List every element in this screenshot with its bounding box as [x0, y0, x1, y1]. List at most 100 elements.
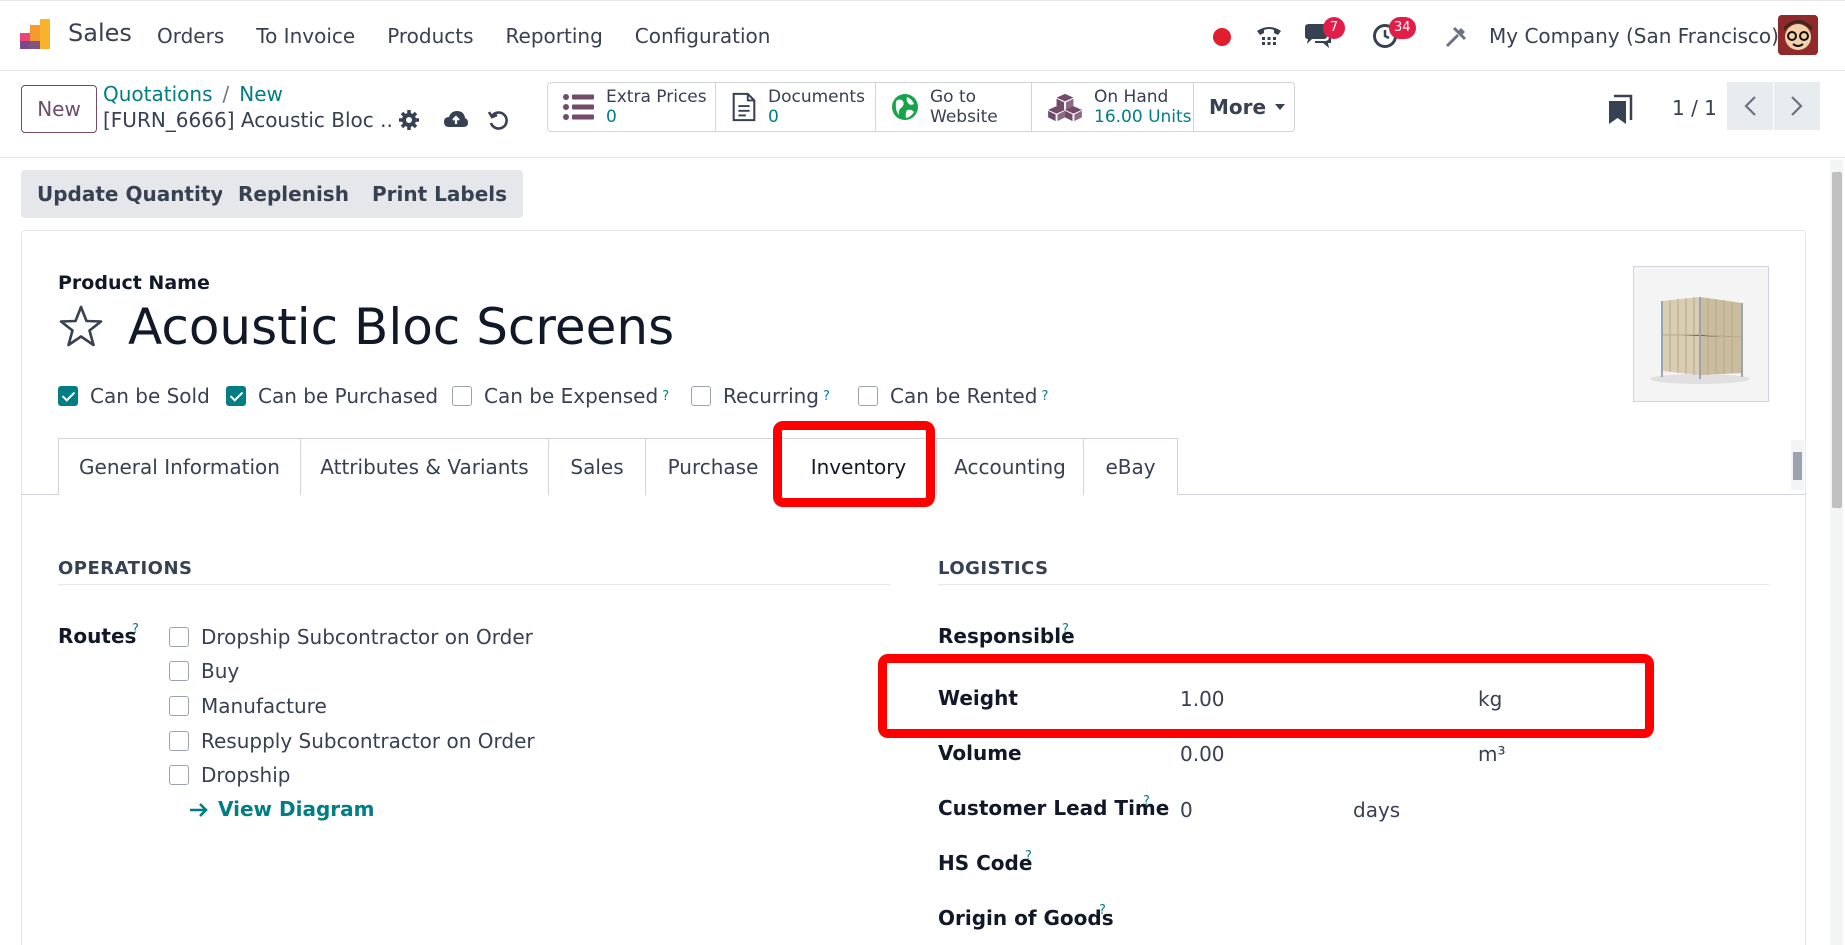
arrow-right-icon	[190, 803, 208, 817]
help-tooltip-icon[interactable]: ?	[1143, 794, 1150, 809]
globe-icon	[892, 94, 918, 120]
company-switcher[interactable]: My Company (San Francisco)	[1489, 24, 1779, 48]
smart-buttons: Extra Prices0 Documents0 Go toWebsite	[547, 82, 1295, 132]
operations-title: OPERATIONS	[58, 558, 193, 579]
chevron-left-icon	[1744, 96, 1756, 116]
breadcrumb-quotations[interactable]: Quotations	[103, 82, 212, 106]
checkbox-unchecked[interactable]	[169, 661, 189, 681]
extra-prices-button[interactable]: Extra Prices 0	[548, 83, 716, 131]
checkbox-unchecked[interactable]	[452, 386, 472, 406]
tab-general-information[interactable]: General Information	[58, 438, 301, 495]
help-tooltip-icon[interactable]: ?	[132, 622, 139, 637]
tab-inventory[interactable]: Inventory	[780, 438, 937, 495]
help-tooltip-icon[interactable]: ?	[1099, 903, 1106, 918]
route-label: Buy	[201, 659, 240, 683]
app-logo-icon[interactable]	[18, 17, 54, 53]
checkbox-unchecked[interactable]	[858, 386, 878, 406]
origin-of-goods-label: Origin of Goods	[938, 906, 1114, 930]
app-name[interactable]: Sales	[68, 19, 132, 47]
customer-lead-time-unit: days	[1353, 798, 1401, 822]
tab-purchase[interactable]: Purchase	[645, 438, 781, 495]
tab-attributes-variants[interactable]: Attributes & Variants	[300, 438, 549, 495]
documents-button[interactable]: Documents 0	[716, 83, 876, 131]
documents-count: 0	[768, 107, 779, 127]
gear-icon[interactable]	[397, 108, 421, 132]
can-be-rented-label: Can be Rented	[890, 384, 1038, 408]
tab-ebay[interactable]: eBay	[1083, 438, 1178, 495]
help-tooltip-icon[interactable]: ?	[662, 389, 669, 404]
customer-lead-time-input[interactable]: 0	[1180, 798, 1193, 822]
product-name-field[interactable]: Acoustic Bloc Screens	[128, 298, 674, 356]
notebook-tabs: General Information Attributes & Variant…	[58, 438, 1178, 495]
route-label: Manufacture	[201, 694, 327, 718]
checkbox-unchecked[interactable]	[169, 765, 189, 785]
can-be-purchased-checkbox[interactable]: Can be Purchased	[226, 384, 438, 408]
bookmark-icon[interactable]	[1607, 94, 1633, 126]
cloud-upload-icon[interactable]	[443, 108, 469, 132]
product-image[interactable]	[1633, 266, 1769, 402]
menu-orders[interactable]: Orders	[157, 24, 224, 48]
checkbox-unchecked[interactable]	[169, 696, 189, 716]
page-scrollbar-thumb[interactable]	[1832, 172, 1842, 508]
pager-value[interactable]: 1 / 1	[1672, 96, 1717, 120]
update-quantity-button[interactable]: Update Quantity	[21, 170, 240, 218]
on-hand-button[interactable]: On Hand 16.00 Units	[1032, 83, 1194, 131]
website-label: Website	[930, 107, 998, 127]
tab-accounting[interactable]: Accounting	[936, 438, 1084, 495]
go-to-website-button[interactable]: Go to Website	[876, 83, 1032, 131]
pager-next-button[interactable]	[1774, 82, 1820, 130]
tabs-scrollbar-thumb[interactable]	[1793, 452, 1802, 480]
breadcrumb-new[interactable]: New	[239, 82, 283, 106]
view-diagram-link[interactable]: View Diagram	[218, 797, 374, 821]
tab-sales[interactable]: Sales	[548, 438, 646, 495]
volume-input[interactable]: 0.00	[1180, 742, 1225, 766]
route-label: Dropship	[201, 763, 291, 787]
main-menu: Orders To Invoice Products Reporting Con…	[157, 24, 802, 48]
menu-to-invoice[interactable]: To Invoice	[256, 24, 355, 48]
weight-input[interactable]: 1.00	[1180, 687, 1225, 711]
menu-products[interactable]: Products	[387, 24, 473, 48]
on-hand-label: On Hand	[1094, 87, 1169, 107]
go-to-label: Go to	[930, 87, 977, 107]
documents-label: Documents	[768, 87, 865, 107]
can-be-expensed-checkbox[interactable]: Can be Expensed?	[452, 384, 669, 408]
can-be-rented-checkbox[interactable]: Can be Rented?	[858, 384, 1048, 408]
star-icon[interactable]	[58, 304, 104, 350]
route-manufacture[interactable]: Manufacture	[169, 694, 327, 718]
help-tooltip-icon[interactable]: ?	[1041, 389, 1048, 404]
checkbox-unchecked[interactable]	[169, 627, 189, 647]
user-avatar[interactable]	[1778, 15, 1818, 55]
replenish-button[interactable]: Replenish	[222, 170, 365, 218]
routes-label: Routes	[58, 624, 137, 648]
logistics-divider	[938, 584, 1769, 585]
customer-lead-time-label: Customer Lead Time	[938, 796, 1170, 820]
new-button[interactable]: New	[21, 85, 97, 133]
checkbox-checked[interactable]	[226, 386, 246, 406]
route-dropship[interactable]: Dropship	[169, 763, 290, 787]
can-be-sold-label: Can be Sold	[90, 384, 210, 408]
print-labels-button[interactable]: Print Labels	[356, 170, 524, 218]
volume-label: Volume	[938, 741, 1022, 765]
tools-icon[interactable]	[1444, 25, 1468, 49]
record-name: [FURN_6666] Acoustic Bloc ...	[103, 108, 393, 132]
help-tooltip-icon[interactable]: ?	[1025, 849, 1032, 864]
route-buy[interactable]: Buy	[169, 659, 239, 683]
logistics-title: LOGISTICS	[938, 558, 1049, 579]
can-be-sold-checkbox[interactable]: Can be Sold	[58, 384, 210, 408]
checkbox-unchecked[interactable]	[691, 386, 711, 406]
help-tooltip-icon[interactable]: ?	[823, 389, 830, 404]
help-tooltip-icon[interactable]: ?	[1062, 622, 1069, 637]
route-resupply-subcontractor[interactable]: Resupply Subcontractor on Order	[169, 729, 535, 753]
checkbox-unchecked[interactable]	[169, 731, 189, 751]
route-dropship-subcontractor[interactable]: Dropship Subcontractor on Order	[169, 625, 533, 649]
discard-icon[interactable]	[486, 108, 510, 132]
pager-previous-button[interactable]	[1727, 82, 1773, 130]
phone-icon[interactable]	[1254, 21, 1284, 51]
menu-reporting[interactable]: Reporting	[506, 24, 603, 48]
messages-badge: 7	[1323, 17, 1345, 39]
menu-configuration[interactable]: Configuration	[635, 24, 771, 48]
recording-dot-icon[interactable]	[1213, 28, 1231, 46]
checkbox-checked[interactable]	[58, 386, 78, 406]
recurring-checkbox[interactable]: Recurring?	[691, 384, 830, 408]
more-button[interactable]: More	[1194, 83, 1294, 131]
